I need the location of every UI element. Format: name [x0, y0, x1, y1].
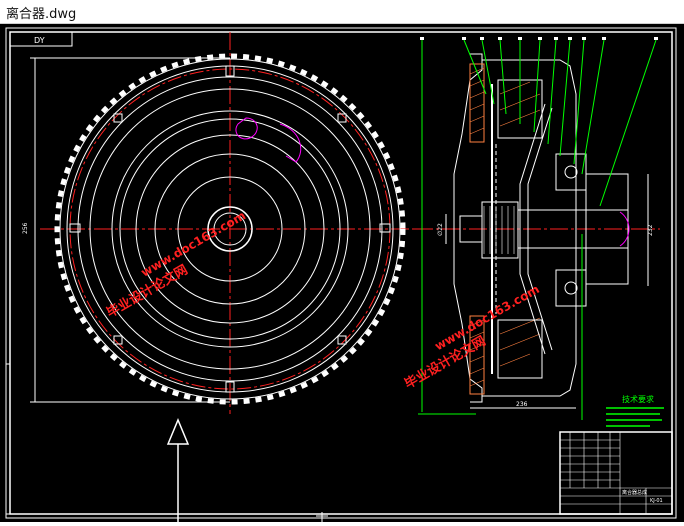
front-width-dim: 256: [22, 222, 29, 234]
watermark-1-line2: www.doc163.com: [139, 208, 249, 279]
title-block: 离合器总成 KJ-01: [559, 431, 673, 515]
spline-hatch: [483, 206, 515, 254]
cad-drawing-canvas[interactable]: DY 256 232 ∅22 236 技术要求 离合器总成 KJ-01 毕业设计…: [0, 24, 684, 522]
inner-frame: [9, 31, 673, 515]
tech-req-lines: [606, 407, 664, 427]
tb-drawing-name: 离合器总成: [622, 489, 647, 496]
leader-number-ticks: [420, 37, 658, 40]
hub-section: [481, 201, 519, 259]
side-width-dim: 236: [516, 401, 528, 408]
front-view: 256: [22, 32, 420, 522]
side-height-dim: 232: [647, 224, 654, 236]
tech-req-title: 技术要求: [622, 394, 654, 404]
block-label: DY: [34, 36, 45, 45]
release-bearing-top: [555, 153, 587, 191]
title-bar: 离合器.dwg: [0, 0, 684, 24]
shaft-dia-dim: ∅22: [437, 223, 444, 236]
flywheel-section-top: [469, 63, 485, 143]
window-title: 离合器.dwg: [6, 7, 77, 22]
tech-requirements: 技术要求: [606, 394, 664, 427]
markup-curve: [279, 123, 302, 163]
pressure-plate-bottom: [497, 319, 543, 379]
tb-code: KJ-01: [650, 498, 663, 504]
cad-drawing: DY 256 232 ∅22 236 技术要求 离合器总成 KJ-01 毕业设计…: [5, 27, 677, 522]
watermark-2-line2: www.doc163.com: [432, 282, 542, 353]
view-arrow-head: [166, 418, 190, 445]
